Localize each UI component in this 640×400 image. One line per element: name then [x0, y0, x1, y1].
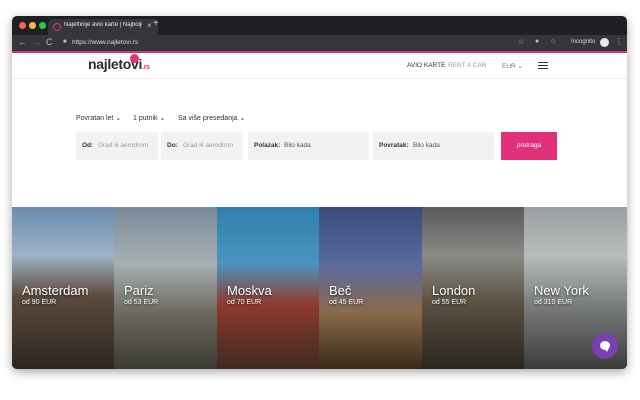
forward-icon[interactable]: →: [32, 37, 41, 47]
destination-card[interactable]: London od 55 EUR: [422, 207, 524, 369]
passengers-label: 1 putnik: [133, 115, 158, 122]
destination-price: od 55 EUR: [432, 299, 467, 306]
nav-rent-a-car[interactable]: RENT A CAR: [448, 62, 487, 69]
destination-card[interactable]: Moskva od 70 EUR: [217, 207, 319, 369]
site-favicon-icon: [53, 23, 61, 31]
destination-city: New York: [534, 283, 589, 298]
to-field[interactable]: Do: Grad ili aerodrom: [161, 132, 243, 160]
destination-price: od 45 EUR: [329, 299, 364, 306]
lock-icon: ■: [63, 39, 67, 45]
return-value: Bilo kada: [413, 142, 440, 149]
chat-button[interactable]: [592, 333, 618, 359]
destination-price: od 310 EUR: [534, 299, 573, 306]
from-field[interactable]: Od: Grad ili aerodrom: [76, 132, 158, 160]
browser-toolbar: ← → C ■ https://www.najletovi.rs ☆ ● ○ I…: [12, 35, 627, 51]
minimize-window-button[interactable]: [29, 22, 36, 29]
stops-label: Sa više presedanja: [178, 115, 238, 122]
destination-city: London: [432, 283, 476, 298]
tab-close-icon[interactable]: ×: [147, 21, 152, 30]
destination-card[interactable]: Amsterdam od 90 EUR: [12, 207, 114, 369]
nav-flights[interactable]: AVIO KARTE: [407, 62, 445, 69]
departure-value: Bilo kada: [284, 142, 311, 149]
destination-city: Pariz: [124, 283, 154, 298]
currency-label: EUR: [502, 63, 516, 70]
destination-card[interactable]: Pariz od 53 EUR: [114, 207, 217, 369]
reload-icon[interactable]: C: [46, 37, 53, 47]
address-bar[interactable]: https://www.najletovi.rs: [72, 39, 138, 46]
to-label: Do:: [167, 142, 178, 149]
bookmark-star-icon[interactable]: ☆: [518, 38, 524, 46]
trip-type-label: Povratan let: [76, 115, 114, 122]
destinations-strip: Amsterdam od 90 EUR Pariz od 53 EUR Mosk…: [12, 207, 627, 369]
site-logo[interactable]: najletovi.rs: [88, 56, 150, 72]
departure-date-field[interactable]: Polazak: Bilo kada: [248, 132, 369, 160]
destination-price: od 70 EUR: [227, 299, 262, 306]
tab-bar: Najeftinije avio karte | Najbolje × +: [12, 16, 627, 35]
chat-icon: [600, 341, 610, 352]
new-tab-icon[interactable]: +: [153, 18, 159, 29]
return-date-field[interactable]: Povratak: Bilo kada: [373, 132, 494, 160]
back-icon[interactable]: ←: [18, 37, 27, 47]
search-button[interactable]: pretraga: [501, 132, 557, 160]
from-input[interactable]: Grad ili aerodrom: [98, 142, 148, 149]
from-label: Od:: [82, 142, 94, 149]
incognito-avatar-icon[interactable]: [600, 38, 609, 47]
destination-city: Beč: [329, 283, 352, 298]
return-label: Povratak:: [379, 142, 409, 149]
extension-icon[interactable]: ●: [535, 38, 539, 45]
departure-label: Polazak:: [254, 142, 281, 149]
destination-card[interactable]: Beč od 45 EUR: [319, 207, 422, 369]
destination-price: od 90 EUR: [22, 299, 57, 306]
extension-icon-2[interactable]: ○: [551, 38, 555, 45]
browser-window: Najeftinije avio karte | Najbolje × + ← …: [12, 16, 627, 369]
destination-city: Moskva: [227, 283, 272, 298]
to-input[interactable]: Grad ili aerodrom: [183, 142, 233, 149]
hamburger-menu-icon[interactable]: [538, 62, 548, 69]
passengers-dropdown[interactable]: 1 putnik ⌄: [133, 114, 165, 122]
browser-tab[interactable]: Najeftinije avio karte | Najbolje ×: [48, 19, 158, 35]
destination-city: Amsterdam: [22, 283, 89, 298]
incognito-label: Incognito: [571, 39, 596, 45]
stops-dropdown[interactable]: Sa više presedanja ⌄: [178, 114, 245, 122]
tab-title: Najeftinije avio karte | Najbolje: [64, 22, 142, 28]
destination-price: od 53 EUR: [124, 299, 159, 306]
zoom-window-button[interactable]: [39, 22, 46, 29]
currency-selector[interactable]: EUR ⌄: [502, 62, 523, 70]
trip-type-dropdown[interactable]: Povratan let ⌄: [76, 114, 121, 122]
close-window-button[interactable]: [19, 22, 26, 29]
logo-heart-icon: [130, 54, 139, 63]
browser-menu-icon[interactable]: ⋮: [615, 37, 623, 46]
logo-suffix: .rs: [142, 64, 150, 71]
site-header: najletovi.rs AVIO KARTE RENT A CAR EUR ⌄: [12, 51, 627, 79]
